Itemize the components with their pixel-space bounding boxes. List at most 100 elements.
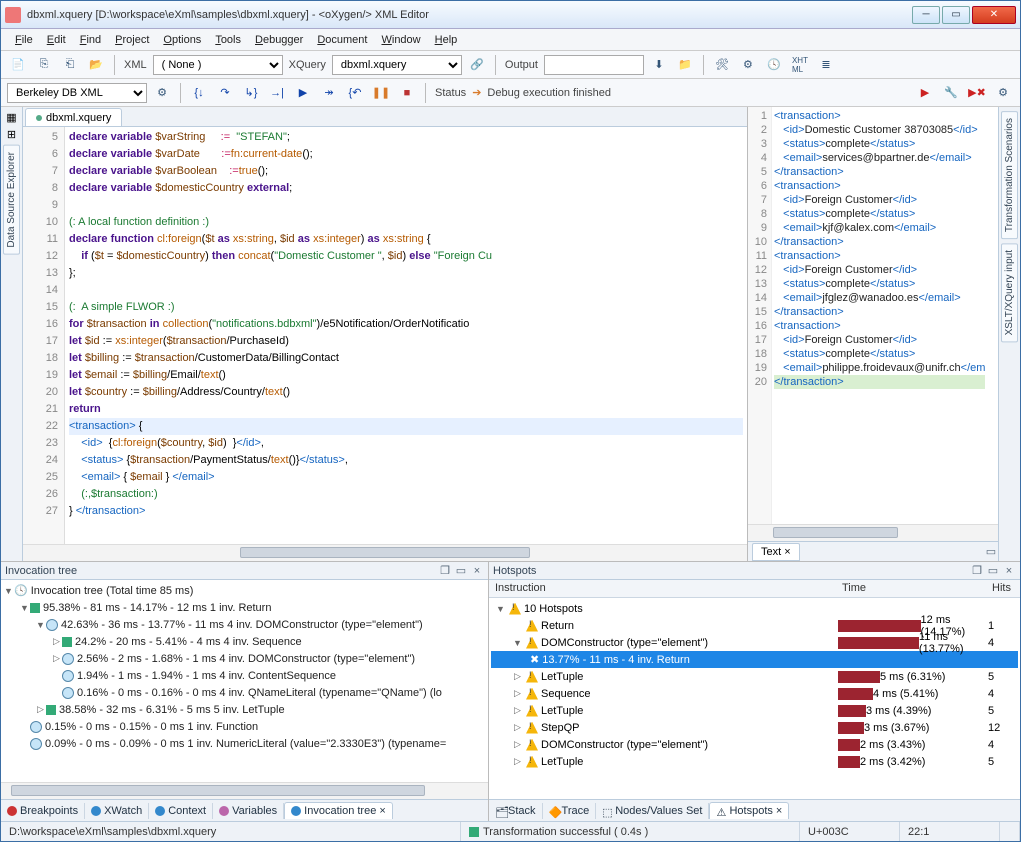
invocation-scrollbar-h[interactable] bbox=[1, 782, 488, 799]
close-button[interactable]: ✕ bbox=[972, 6, 1016, 24]
xquery-select[interactable]: dbxml.xquery bbox=[332, 55, 462, 75]
tab-xwatch[interactable]: XWatch bbox=[85, 803, 149, 819]
toolbar-debug[interactable]: Berkeley DB XML ⚙ {↓ ↷ ↳} →| ▶ ↠ {↶ ❚❚ ■… bbox=[1, 79, 1020, 107]
side-tab-transformation[interactable]: Transformation Scenarios bbox=[1001, 111, 1018, 239]
link-icon[interactable]: 🔗 bbox=[466, 54, 488, 76]
tree-row[interactable]: 0.09% - 0 ms - 0.09% - 0 ms 1 inv. Numer… bbox=[3, 735, 486, 752]
editor-scrollbar-h[interactable] bbox=[23, 544, 747, 561]
editor-tabs[interactable]: dbxml.xquery bbox=[23, 107, 747, 127]
restore-icon[interactable]: ❐ bbox=[970, 564, 984, 578]
gear-icon[interactable]: ⚙ bbox=[992, 82, 1014, 104]
tab-context[interactable]: Context bbox=[149, 803, 213, 819]
restore-icon[interactable]: ❐ bbox=[438, 564, 452, 578]
save-output-icon[interactable]: ⬇ bbox=[648, 54, 670, 76]
step-out-icon[interactable]: ↳} bbox=[240, 82, 262, 104]
minimize-panel-icon[interactable]: ▭ bbox=[454, 564, 468, 578]
step-back-icon[interactable]: {↶ bbox=[344, 82, 366, 104]
stop-icon[interactable]: ■ bbox=[396, 82, 418, 104]
tab-stack[interactable]: 🗂Stack bbox=[489, 803, 543, 819]
tree-row[interactable]: ▼42.63% - 36 ms - 13.77% - 11 ms 4 inv. … bbox=[3, 616, 486, 633]
hotspot-row[interactable]: ✖ 13.77% - 11 ms - 4 inv. Return bbox=[491, 651, 1018, 668]
close-icon[interactable]: × bbox=[784, 546, 790, 558]
editor-tab-active[interactable]: dbxml.xquery bbox=[25, 108, 122, 126]
code-editor[interactable]: 5678910111213141516171819202122232425262… bbox=[23, 127, 747, 544]
toggle-layout-icon[interactable]: ≣ bbox=[815, 54, 837, 76]
tree-row[interactable]: ▼95.38% - 81 ms - 14.17% - 12 ms 1 inv. … bbox=[3, 599, 486, 616]
new-file-icon[interactable]: 📄 bbox=[7, 54, 29, 76]
pause-icon[interactable]: ❚❚ bbox=[370, 82, 392, 104]
minimize-panel-icon[interactable]: ▭ bbox=[986, 564, 1000, 578]
menu-file[interactable]: File bbox=[9, 32, 39, 48]
close-icon[interactable]: × bbox=[379, 805, 385, 817]
tab-variables[interactable]: Variables bbox=[213, 803, 284, 819]
step-into-icon[interactable]: {↓ bbox=[188, 82, 210, 104]
menu-window[interactable]: Window bbox=[375, 32, 426, 48]
tree-row[interactable]: 0.16% - 0 ms - 0.16% - 0 ms 4 inv. QName… bbox=[3, 684, 486, 701]
tree-mode-icon[interactable]: ⊞ bbox=[7, 128, 16, 141]
maximize-button[interactable]: ▭ bbox=[942, 6, 970, 24]
toolbar-main[interactable]: 📄 ⎘ ⎗ 📂 XML ( None ) XQuery dbxml.xquery… bbox=[1, 51, 1020, 79]
side-tab-data-source[interactable]: Data Source Explorer bbox=[3, 145, 20, 255]
debug-profile-select[interactable]: Berkeley DB XML bbox=[7, 83, 147, 103]
browse-icon[interactable]: 📁 bbox=[674, 54, 696, 76]
run-profiling-icon[interactable]: ▶ bbox=[914, 82, 936, 104]
tab-hotspots[interactable]: ⚠Hotspots × bbox=[709, 802, 789, 819]
invocation-tree[interactable]: ▼🕓 Invocation tree (Total time 85 ms)▼95… bbox=[1, 580, 488, 782]
hotspots-tabs[interactable]: 🗂Stack🔶Trace⬚Nodes/Values Set⚠Hotspots × bbox=[489, 799, 1020, 821]
hotspot-row[interactable]: ▷ LetTuple 3 ms (4.39%)5 bbox=[491, 702, 1018, 719]
hotspot-row[interactable]: ▷ StepQP 3 ms (3.67%)12 bbox=[491, 719, 1018, 736]
tree-row[interactable]: ▼🕓 Invocation tree (Total time 85 ms) bbox=[3, 582, 486, 599]
results-scrollbar-h[interactable] bbox=[748, 524, 998, 541]
tree-row[interactable]: 0.15% - 0 ms - 0.15% - 0 ms 1 inv. Funct… bbox=[3, 718, 486, 735]
step-over-icon[interactable]: ↷ bbox=[214, 82, 236, 104]
resume-icon[interactable]: ▶ bbox=[292, 82, 314, 104]
open-icon[interactable]: 📂 bbox=[85, 54, 107, 76]
hotspot-row[interactable]: ▷ Sequence 4 ms (5.41%)4 bbox=[491, 685, 1018, 702]
tree-row[interactable]: 1.94% - 1 ms - 1.94% - 1 ms 4 inv. Conte… bbox=[3, 667, 486, 684]
titlebar[interactable]: dbxml.xquery [D:\workspace\eXml\samples\… bbox=[1, 1, 1020, 29]
menu-document[interactable]: Document bbox=[311, 32, 373, 48]
tree-row[interactable]: ▷2.56% - 2 ms - 1.68% - 1 ms 4 inv. DOMC… bbox=[3, 650, 486, 667]
code-source[interactable]: declare variable $varString := "STEFAN";… bbox=[65, 127, 747, 544]
invocation-tabs[interactable]: BreakpointsXWatchContextVariablesInvocat… bbox=[1, 799, 488, 821]
tab-trace[interactable]: 🔶Trace bbox=[543, 803, 597, 819]
profiler-icon[interactable]: 🕓 bbox=[763, 54, 785, 76]
menu-tools[interactable]: Tools bbox=[209, 32, 247, 48]
output-field[interactable] bbox=[544, 55, 644, 75]
hotspots-tree[interactable]: ▼ 10 Hotspots Return 12 ms (14.17%)1▼ DO… bbox=[489, 598, 1020, 799]
transform-icon[interactable]: ⚙ bbox=[737, 54, 759, 76]
sidebar-left[interactable]: ▦ ⊞ Data Source Explorer bbox=[1, 107, 23, 561]
configure-icon[interactable]: 🛠 bbox=[711, 54, 733, 76]
menu-edit[interactable]: Edit bbox=[41, 32, 72, 48]
side-tab-xquery-input[interactable]: XSLT/XQuery input bbox=[1001, 243, 1018, 342]
debug-settings-icon[interactable]: 🔧 bbox=[940, 82, 962, 104]
menu-help[interactable]: Help bbox=[429, 32, 464, 48]
menu-find[interactable]: Find bbox=[74, 32, 107, 48]
tree-row[interactable]: ▷38.58% - 32 ms - 6.31% - 5 ms 5 inv. Le… bbox=[3, 701, 486, 718]
close-panel-icon[interactable]: × bbox=[470, 564, 484, 578]
minimize-button[interactable]: ─ bbox=[912, 6, 940, 24]
menu-project[interactable]: Project bbox=[109, 32, 155, 48]
xml-output[interactable]: 1234567891011121314151617181920 <transac… bbox=[748, 107, 998, 524]
col-time[interactable]: Time bbox=[836, 580, 986, 597]
tab-nodes-values-set[interactable]: ⬚Nodes/Values Set bbox=[596, 803, 709, 819]
xml-select[interactable]: ( None ) bbox=[153, 55, 283, 75]
tree-row[interactable]: ▷24.2% - 20 ms - 5.41% - 4 ms 4 inv. Seq… bbox=[3, 633, 486, 650]
col-instruction[interactable]: Instruction bbox=[489, 580, 836, 597]
menubar[interactable]: FileEditFindProjectOptionsToolsDebuggerD… bbox=[1, 29, 1020, 51]
hotspot-row[interactable]: ▷ LetTuple 2 ms (3.42%)5 bbox=[491, 753, 1018, 770]
engine-settings-icon[interactable]: ⚙ bbox=[151, 82, 173, 104]
xhtml-icon[interactable]: XHTML bbox=[789, 54, 811, 76]
menu-debugger[interactable]: Debugger bbox=[249, 32, 309, 48]
close-icon[interactable]: × bbox=[776, 805, 782, 817]
xquery-scenario-icon[interactable]: ⎗ bbox=[59, 54, 81, 76]
tab-invocation-tree[interactable]: Invocation tree × bbox=[284, 802, 393, 819]
run-to-end-icon[interactable]: ↠ bbox=[318, 82, 340, 104]
xslt-scenario-icon[interactable]: ⎘ bbox=[33, 54, 55, 76]
editor-mode-icon[interactable]: ▦ bbox=[6, 111, 16, 124]
sidebar-right[interactable]: Transformation Scenarios XSLT/XQuery inp… bbox=[998, 107, 1020, 561]
close-panel-icon[interactable]: × bbox=[1002, 564, 1016, 578]
col-hits[interactable]: Hits bbox=[986, 580, 1020, 597]
hotspot-row[interactable]: ▷ LetTuple 5 ms (6.31%)5 bbox=[491, 668, 1018, 685]
hotspot-row[interactable]: ▼ DOMConstructor (type="element") 11 ms … bbox=[491, 634, 1018, 651]
